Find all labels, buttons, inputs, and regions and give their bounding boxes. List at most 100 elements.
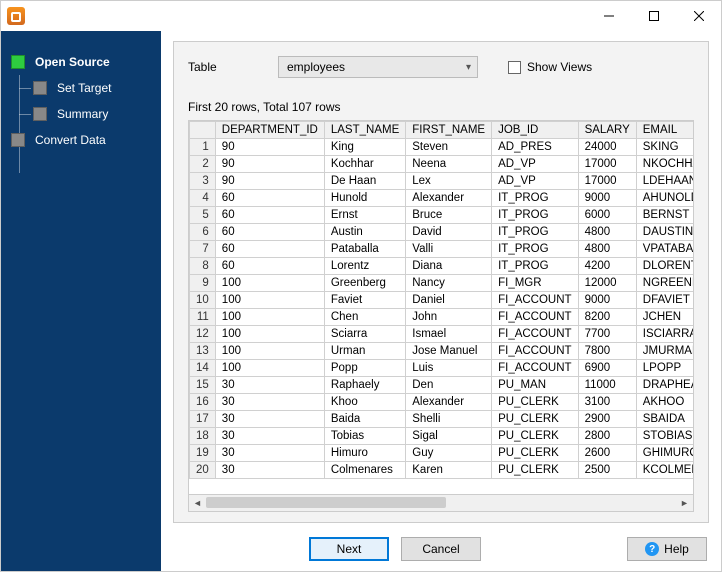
table-row[interactable]: 290KochharNeenaAD_VP17000NKOCHHAR [190,156,695,173]
table-row[interactable]: 460HunoldAlexanderIT_PROG9000AHUNOLD [190,190,695,207]
table-row[interactable]: 390De HaanLexAD_VP17000LDEHAAN [190,173,695,190]
cell: 60 [215,241,324,258]
column-header[interactable]: FIRST_NAME [406,122,492,139]
cell: FI_MGR [492,275,578,292]
wizard-step-convert-data[interactable]: Convert Data [11,127,161,153]
cell: NGREENBE [636,275,694,292]
titlebar [1,1,721,31]
cell: 17000 [578,156,636,173]
table-select[interactable]: employees ▾ [278,56,478,78]
cell: Lorentz [324,258,405,275]
row-count-text: First 20 rows, Total 107 rows [188,100,694,114]
cell: 11000 [578,377,636,394]
show-views-checkbox[interactable]: Show Views [508,60,592,74]
cell: LPOPP [636,360,694,377]
cell: 7700 [578,326,636,343]
step-box-icon [33,81,47,95]
scroll-thumb[interactable] [206,497,446,508]
cell: Diana [406,258,492,275]
table-row[interactable]: 1530RaphaelyDenPU_MAN11000DRAPHEAL [190,377,695,394]
row-number-cell: 9 [190,275,216,292]
column-header[interactable]: DEPARTMENT_ID [215,122,324,139]
cell: 30 [215,428,324,445]
close-icon [694,11,704,21]
cell: 2600 [578,445,636,462]
cell: KCOLMENA [636,462,694,479]
cancel-button[interactable]: Cancel [401,537,481,561]
data-table-container[interactable]: DEPARTMENT_IDLAST_NAMEFIRST_NAMEJOB_IDSA… [188,120,694,495]
cell: 2800 [578,428,636,445]
row-number-cell: 13 [190,343,216,360]
table-row[interactable]: 190KingStevenAD_PRES24000SKING [190,139,695,156]
column-header[interactable]: LAST_NAME [324,122,405,139]
cell: 4800 [578,224,636,241]
cell: Steven [406,139,492,156]
table-row[interactable]: 11100ChenJohnFI_ACCOUNT8200JCHEN [190,309,695,326]
row-number-cell: 4 [190,190,216,207]
cell: 7800 [578,343,636,360]
table-row[interactable]: 1930HimuroGuyPU_CLERK2600GHIMURO [190,445,695,462]
cell: De Haan [324,173,405,190]
cell: 30 [215,411,324,428]
column-header[interactable]: SALARY [578,122,636,139]
table-label: Table [188,60,248,74]
table-row[interactable]: 860LorentzDianaIT_PROG4200DLORENTZ [190,258,695,275]
cell: Popp [324,360,405,377]
cell: Den [406,377,492,394]
cell: DLORENTZ [636,258,694,275]
help-button[interactable]: ? Help [627,537,707,561]
cell: Guy [406,445,492,462]
cell: 60 [215,207,324,224]
table-row[interactable]: 1730BaidaShelliPU_CLERK2900SBAIDA [190,411,695,428]
cell: Alexander [406,394,492,411]
cell: PU_CLERK [492,411,578,428]
wizard-step-open-source[interactable]: Open Source [11,49,161,75]
table-select-value: employees [287,60,345,74]
column-header[interactable]: JOB_ID [492,122,578,139]
row-number-cell: 5 [190,207,216,224]
table-row[interactable]: 560ErnstBruceIT_PROG6000BERNST [190,207,695,224]
minimize-icon [604,11,614,21]
cell: JMURMAN [636,343,694,360]
table-row[interactable]: 2030ColmenaresKarenPU_CLERK2500KCOLMENA [190,462,695,479]
cell: 90 [215,139,324,156]
row-number-cell: 7 [190,241,216,258]
row-number-cell: 20 [190,462,216,479]
cell: 2900 [578,411,636,428]
cell: FI_ACCOUNT [492,360,578,377]
cell: AD_VP [492,173,578,190]
table-row[interactable]: 1830TobiasSigalPU_CLERK2800STOBIAS [190,428,695,445]
scroll-left-icon[interactable]: ◄ [189,495,206,511]
table-row[interactable]: 12100SciarraIsmaelFI_ACCOUNT7700ISCIARRA [190,326,695,343]
cell: 60 [215,258,324,275]
main-panel: Table employees ▾ Show Views First 20 ro… [161,31,721,571]
cell: Ismael [406,326,492,343]
row-number-cell: 6 [190,224,216,241]
table-row[interactable]: 10100FavietDanielFI_ACCOUNT9000DFAVIET [190,292,695,309]
help-button-label: Help [664,542,689,556]
table-row[interactable]: 760PataballaValliIT_PROG4800VPATABAL [190,241,695,258]
cell: Baida [324,411,405,428]
column-header[interactable]: EMAIL [636,122,694,139]
minimize-button[interactable] [586,1,631,31]
cell: 3100 [578,394,636,411]
cell: 30 [215,462,324,479]
cell: PU_CLERK [492,394,578,411]
wizard-step-summary[interactable]: Summary [33,101,161,127]
cell: Alexander [406,190,492,207]
table-row[interactable]: 13100UrmanJose ManuelFI_ACCOUNT7800JMURM… [190,343,695,360]
table-row[interactable]: 660AustinDavidIT_PROG4800DAUSTIN [190,224,695,241]
scroll-right-icon[interactable]: ► [676,495,693,511]
table-row[interactable]: 9100GreenbergNancyFI_MGR12000NGREENBE [190,275,695,292]
cell: LDEHAAN [636,173,694,190]
maximize-button[interactable] [631,1,676,31]
close-button[interactable] [676,1,721,31]
horizontal-scrollbar[interactable]: ◄ ► [188,495,694,512]
show-views-label: Show Views [527,60,592,74]
cell: Nancy [406,275,492,292]
table-row[interactable]: 1630KhooAlexanderPU_CLERK3100AKHOO [190,394,695,411]
wizard-step-set-target[interactable]: Set Target [33,75,161,101]
row-number-header [190,122,216,139]
next-button[interactable]: Next [309,537,389,561]
table-row[interactable]: 14100PoppLuisFI_ACCOUNT6900LPOPP [190,360,695,377]
